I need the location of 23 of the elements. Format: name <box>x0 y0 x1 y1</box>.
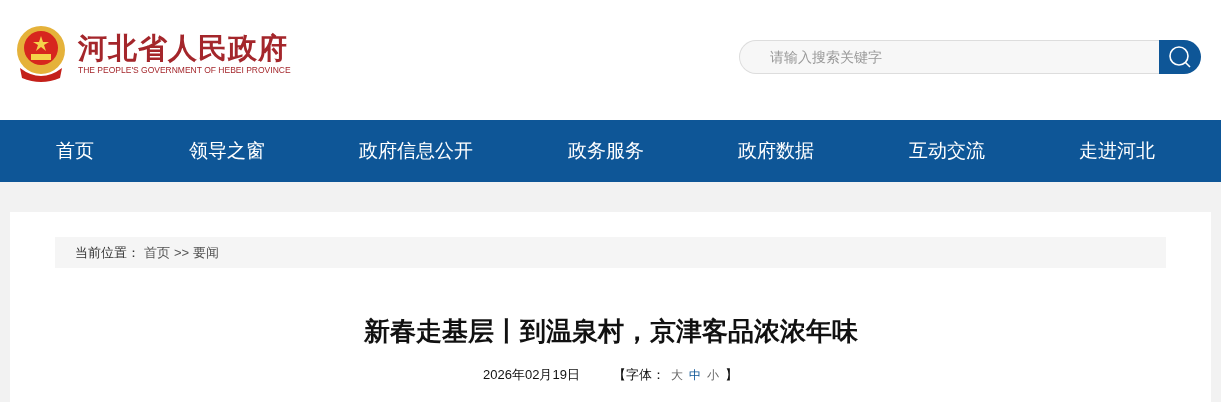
font-size-link[interactable]: 大 <box>670 366 683 384</box>
breadcrumb-label: 当前位置： <box>75 243 140 262</box>
nav-link[interactable]: 政府信息公开 <box>359 138 473 164</box>
site-title: 河北省人民政府 <box>78 31 289 65</box>
search-button[interactable] <box>1159 40 1201 74</box>
breadcrumb-link[interactable]: 首页 <box>144 243 170 262</box>
breadcrumb-separator: >> <box>174 245 190 260</box>
font-size-link[interactable]: 中 <box>688 366 701 384</box>
article-title: 新春走基层丨到温泉村，京津客品浓浓年味 <box>362 315 859 347</box>
search-icon <box>1168 45 1192 69</box>
nav-link[interactable]: 政府数据 <box>738 138 814 164</box>
bracket-text: 】 <box>724 366 738 384</box>
nav-link[interactable]: 政务服务 <box>567 138 644 164</box>
nav-link[interactable]: 走进河北 <box>1079 138 1155 164</box>
nav-link[interactable]: 互动交流 <box>908 138 985 164</box>
font-size-label: 【字体： <box>612 366 665 384</box>
publish-date: 2026年02月19日 <box>483 366 580 384</box>
breadcrumb-link[interactable]: 要闻 <box>193 243 220 262</box>
font-size-link[interactable]: 小 <box>706 366 719 384</box>
nav-link[interactable]: 领导之窗 <box>188 138 265 164</box>
site-subtitle: THE PEOPLE'S GOVERNMENT OF HEBEI PROVINCE <box>78 65 291 75</box>
search-field[interactable]: 请输入搜索关键字 <box>739 40 1159 74</box>
nav-link[interactable]: 首页 <box>56 138 94 164</box>
